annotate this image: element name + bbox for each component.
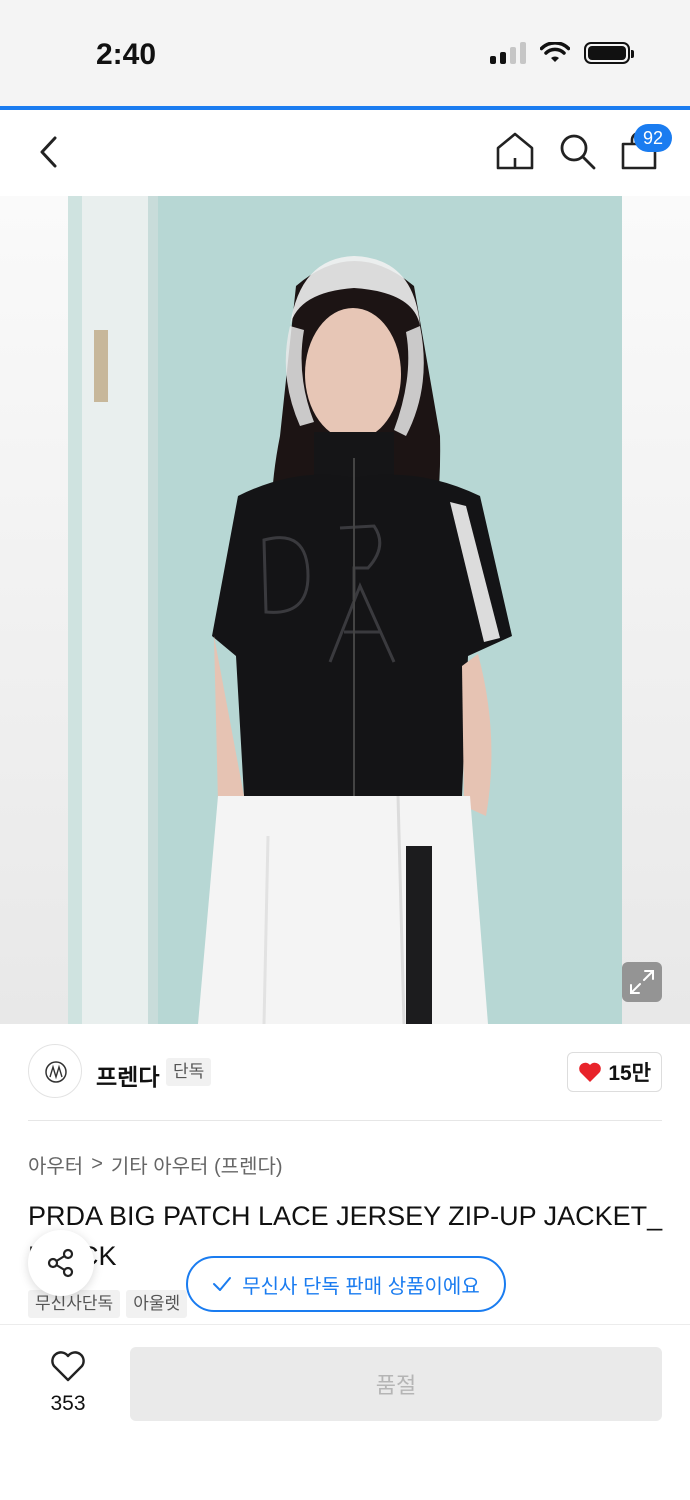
- divider: [28, 1120, 662, 1121]
- product-image-area[interactable]: [0, 196, 690, 1024]
- heart-filled-icon: [579, 1062, 602, 1082]
- breadcrumb-subcategory[interactable]: 기타 아우터 (프렌다): [111, 1150, 283, 1179]
- brand-logo[interactable]: [28, 1044, 82, 1098]
- breadcrumb: 아우터 > 기타 아우터 (프렌다): [28, 1150, 283, 1179]
- cellular-signal-icon: [490, 42, 526, 64]
- status-icons: [490, 42, 634, 64]
- sold-out-button[interactable]: 품절: [130, 1347, 662, 1421]
- wishlist-count: 353: [50, 1392, 86, 1415]
- breadcrumb-category[interactable]: 아우터: [28, 1150, 83, 1179]
- status-bar: 2:40: [0, 0, 690, 106]
- share-button[interactable]: [28, 1230, 94, 1296]
- brand-row: 프렌다 단독 15만: [0, 1024, 690, 1120]
- cart-count-badge: 92: [634, 124, 672, 152]
- breadcrumb-separator: >: [91, 1153, 103, 1175]
- exclusive-badge: 단독: [166, 1058, 212, 1086]
- brand-logo-mark: [45, 1061, 67, 1083]
- status-time: 2:40: [96, 38, 157, 71]
- toast-message: 무신사 단독 판매 상품이에요: [242, 1275, 480, 1298]
- top-nav: 92: [0, 110, 690, 196]
- product-photo: [68, 196, 622, 1024]
- battery-icon: [584, 42, 634, 64]
- share-icon: [47, 1248, 74, 1278]
- exclusive-toast: 무신사 단독 판매 상품이에요: [186, 1256, 506, 1312]
- back-arrow-icon[interactable]: [30, 132, 70, 172]
- tag-musinsa-exclusive: 무신사단독: [28, 1290, 121, 1318]
- heart-outline-icon: [51, 1351, 85, 1382]
- wifi-icon: [540, 42, 570, 62]
- tag-outlet: 아울렛: [126, 1290, 188, 1318]
- brand-name[interactable]: 프렌다: [96, 1058, 159, 1092]
- search-icon[interactable]: [556, 130, 598, 172]
- bottom-bar: 353 품절: [0, 1324, 690, 1500]
- brand-like-count: 15만: [608, 1062, 651, 1085]
- check-icon: [213, 1277, 232, 1291]
- home-icon[interactable]: [494, 130, 536, 172]
- expand-icon[interactable]: [622, 962, 662, 1002]
- wishlist-button[interactable]: 353: [30, 1351, 106, 1416]
- brand-like-button[interactable]: 15만: [567, 1052, 662, 1092]
